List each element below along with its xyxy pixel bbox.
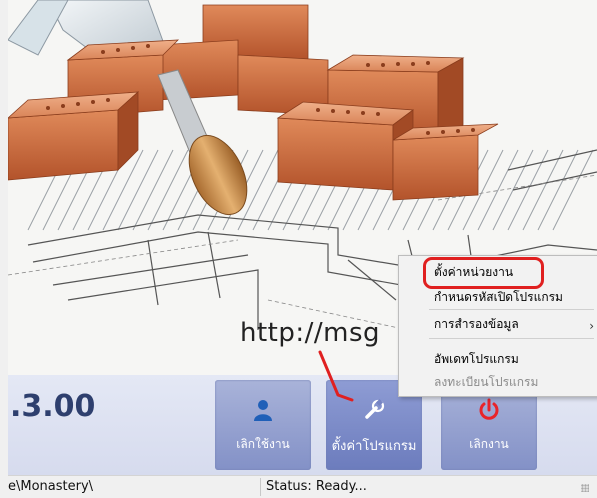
menu-item-backup[interactable]: การสำรองข้อมูล [434,314,519,334]
power-icon [441,398,537,422]
settings-button-label: ตั้งค่าโปรแกรม [331,439,417,454]
logout-button[interactable]: เลิกใช้งาน [215,380,311,470]
status-text: Status: Ready... [266,479,367,494]
menu-item-update[interactable]: อัพเดทโปรแกรม [434,349,519,369]
wrench-icon [326,398,422,422]
menu-item-register: ลงทะเบียนโปรแกรม [434,375,539,389]
version-number: .3.00 [10,389,96,424]
menu-separator [429,309,594,310]
resize-grip[interactable] [581,484,589,492]
website-watermark: http://msg [240,318,381,348]
user-icon [215,398,311,422]
submenu-arrow-icon: › [589,319,594,333]
logout-button-label: เลิกใช้งาน [236,437,290,451]
status-divider [260,478,261,496]
annotation-highlight-circle [423,257,544,289]
status-path: e\Monastery\ [8,479,94,494]
menu-item-set-password[interactable]: กำหนดรหัสเปิดโปรแกรม [434,287,563,307]
menu-separator [429,338,594,339]
status-bar: e\Monastery\ Status: Ready... [8,475,597,498]
exit-button-label: เลิกงาน [469,437,509,451]
